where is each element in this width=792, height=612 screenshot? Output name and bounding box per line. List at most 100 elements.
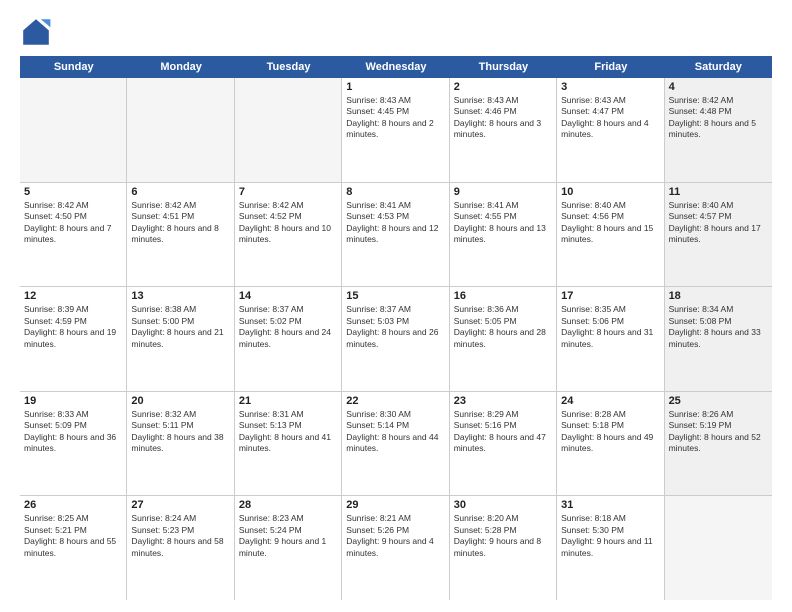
day-number: 23	[454, 395, 552, 407]
cell-info: Sunrise: 8:42 AMSunset: 4:51 PMDaylight:…	[131, 200, 229, 246]
cal-cell	[127, 78, 234, 182]
cal-cell: 30 Sunrise: 8:20 AMSunset: 5:28 PMDayligh…	[450, 496, 557, 600]
cal-cell: 22Sunrise: 8:30 AMSunset: 5:14 PMDayligh…	[342, 392, 449, 496]
day-number: 17	[561, 290, 659, 302]
header-day-sunday: Sunday	[20, 56, 127, 78]
calendar-row-2: 5Sunrise: 8:42 AMSunset: 4:50 PMDaylight…	[20, 183, 772, 288]
header-day-saturday: Saturday	[665, 56, 772, 78]
calendar-row-3: 12 Sunrise: 8:39 AMSunset: 4:59 PMDayligh…	[20, 287, 772, 392]
cell-info: Sunrise: 8:41 AMSunset: 4:55 PMDaylight:…	[454, 200, 552, 246]
cal-cell: 3 Sunrise: 8:43 AMSunset: 4:47 PMDaylight…	[557, 78, 664, 182]
day-number: 27	[131, 499, 229, 511]
cal-cell: 6 Sunrise: 8:42 AMSunset: 4:51 PMDaylight…	[127, 183, 234, 287]
cal-cell: 2 Sunrise: 8:43 AMSunset: 4:46 PMDaylight…	[450, 78, 557, 182]
calendar-row-4: 19 Sunrise: 8:33 AMSunset: 5:09 PMDayligh…	[20, 392, 772, 497]
cell-info: Sunrise: 8:32 AMSunset: 5:11 PMDaylight:…	[131, 409, 229, 455]
cal-cell: 4 Sunrise: 8:42 AMSunset: 4:48 PMDaylight…	[665, 78, 772, 182]
cell-info: Sunrise: 8:36 AMSunset: 5:05 PMDaylight:…	[454, 304, 552, 350]
cal-cell: 11Sunrise: 8:40 AMSunset: 4:57 PMDayligh…	[665, 183, 772, 287]
cal-cell: 31 Sunrise: 8:18 AMSunset: 5:30 PMDayligh…	[557, 496, 664, 600]
day-number: 15	[346, 290, 444, 302]
cal-cell: 21Sunrise: 8:31 AMSunset: 5:13 PMDayligh…	[235, 392, 342, 496]
day-number: 6	[131, 186, 229, 198]
header-day-tuesday: Tuesday	[235, 56, 342, 78]
cell-info: Sunrise: 8:23 AMSunset: 5:24 PMDaylight:…	[239, 513, 337, 559]
cal-cell: 15 Sunrise: 8:37 AMSunset: 5:03 PMDayligh…	[342, 287, 449, 391]
cal-cell: 25Sunrise: 8:26 AMSunset: 5:19 PMDayligh…	[665, 392, 772, 496]
cell-info: Sunrise: 8:28 AMSunset: 5:18 PMDaylight:…	[561, 409, 659, 455]
cal-cell: 1 Sunrise: 8:43 AMSunset: 4:45 PMDaylight…	[342, 78, 449, 182]
day-number: 18	[669, 290, 768, 302]
day-number: 11	[669, 186, 768, 198]
header-day-wednesday: Wednesday	[342, 56, 449, 78]
cal-cell: 9Sunrise: 8:41 AMSunset: 4:55 PMDaylight…	[450, 183, 557, 287]
calendar-header: SundayMondayTuesdayWednesdayThursdayFrid…	[20, 56, 772, 78]
cal-cell: 13 Sunrise: 8:38 AMSunset: 5:00 PMDayligh…	[127, 287, 234, 391]
cell-info: Sunrise: 8:33 AMSunset: 5:09 PMDaylight:…	[24, 409, 122, 455]
cell-info: Sunrise: 8:21 AMSunset: 5:26 PMDaylight:…	[346, 513, 444, 559]
day-number: 26	[24, 499, 122, 511]
day-number: 31	[561, 499, 659, 511]
cell-info: Sunrise: 8:43 AMSunset: 4:46 PMDaylight:…	[454, 95, 552, 141]
header-day-thursday: Thursday	[450, 56, 557, 78]
cal-cell	[235, 78, 342, 182]
day-number: 30	[454, 499, 552, 511]
cell-info: Sunrise: 8:40 AMSunset: 4:56 PMDaylight:…	[561, 200, 659, 246]
logo	[20, 16, 56, 48]
cell-info: Sunrise: 8:26 AMSunset: 5:19 PMDaylight:…	[669, 409, 768, 455]
cal-cell: 19 Sunrise: 8:33 AMSunset: 5:09 PMDayligh…	[20, 392, 127, 496]
cal-cell: 7Sunrise: 8:42 AMSunset: 4:52 PMDaylight…	[235, 183, 342, 287]
cal-cell: 20 Sunrise: 8:32 AMSunset: 5:11 PMDayligh…	[127, 392, 234, 496]
cal-cell: 26 Sunrise: 8:25 AMSunset: 5:21 PMDayligh…	[20, 496, 127, 600]
day-number: 5	[24, 186, 122, 198]
day-number: 10	[561, 186, 659, 198]
day-number: 19	[24, 395, 122, 407]
cell-info: Sunrise: 8:29 AMSunset: 5:16 PMDaylight:…	[454, 409, 552, 455]
cal-cell: 28 Sunrise: 8:23 AMSunset: 5:24 PMDayligh…	[235, 496, 342, 600]
cell-info: Sunrise: 8:38 AMSunset: 5:00 PMDaylight:…	[131, 304, 229, 350]
cell-info: Sunrise: 8:18 AMSunset: 5:30 PMDaylight:…	[561, 513, 659, 559]
day-number: 12	[24, 290, 122, 302]
page: SundayMondayTuesdayWednesdayThursdayFrid…	[0, 0, 792, 612]
cell-info: Sunrise: 8:35 AMSunset: 5:06 PMDaylight:…	[561, 304, 659, 350]
cell-info: Sunrise: 8:34 AMSunset: 5:08 PMDaylight:…	[669, 304, 768, 350]
day-number: 8	[346, 186, 444, 198]
day-number: 20	[131, 395, 229, 407]
day-number: 13	[131, 290, 229, 302]
header-day-monday: Monday	[127, 56, 234, 78]
cell-info: Sunrise: 8:30 AMSunset: 5:14 PMDaylight:…	[346, 409, 444, 455]
cell-info: Sunrise: 8:42 AMSunset: 4:48 PMDaylight:…	[669, 95, 768, 141]
cal-cell: 10 Sunrise: 8:40 AMSunset: 4:56 PMDayligh…	[557, 183, 664, 287]
cal-cell: 17 Sunrise: 8:35 AMSunset: 5:06 PMDayligh…	[557, 287, 664, 391]
calendar: SundayMondayTuesdayWednesdayThursdayFrid…	[20, 56, 772, 600]
header	[20, 16, 772, 48]
calendar-row-1: 1 Sunrise: 8:43 AMSunset: 4:45 PMDaylight…	[20, 78, 772, 183]
day-number: 3	[561, 81, 659, 93]
day-number: 4	[669, 81, 768, 93]
day-number: 1	[346, 81, 444, 93]
day-number: 2	[454, 81, 552, 93]
day-number: 14	[239, 290, 337, 302]
cal-cell: 8 Sunrise: 8:41 AMSunset: 4:53 PMDaylight…	[342, 183, 449, 287]
day-number: 24	[561, 395, 659, 407]
cell-info: Sunrise: 8:43 AMSunset: 4:45 PMDaylight:…	[346, 95, 444, 141]
cell-info: Sunrise: 8:24 AMSunset: 5:23 PMDaylight:…	[131, 513, 229, 559]
cell-info: Sunrise: 8:25 AMSunset: 5:21 PMDaylight:…	[24, 513, 122, 559]
cell-info: Sunrise: 8:20 AMSunset: 5:28 PMDaylight:…	[454, 513, 552, 559]
cell-info: Sunrise: 8:37 AMSunset: 5:03 PMDaylight:…	[346, 304, 444, 350]
header-day-friday: Friday	[557, 56, 664, 78]
cal-cell	[20, 78, 127, 182]
cell-info: Sunrise: 8:43 AMSunset: 4:47 PMDaylight:…	[561, 95, 659, 141]
cal-cell: 12 Sunrise: 8:39 AMSunset: 4:59 PMDayligh…	[20, 287, 127, 391]
cell-info: Sunrise: 8:39 AMSunset: 4:59 PMDaylight:…	[24, 304, 122, 350]
cell-info: Sunrise: 8:31 AMSunset: 5:13 PMDaylight:…	[239, 409, 337, 455]
cal-cell	[665, 496, 772, 600]
cell-info: Sunrise: 8:41 AMSunset: 4:53 PMDaylight:…	[346, 200, 444, 246]
cal-cell: 24 Sunrise: 8:28 AMSunset: 5:18 PMDayligh…	[557, 392, 664, 496]
day-number: 28	[239, 499, 337, 511]
cell-info: Sunrise: 8:37 AMSunset: 5:02 PMDaylight:…	[239, 304, 337, 350]
cell-info: Sunrise: 8:42 AMSunset: 4:52 PMDaylight:…	[239, 200, 337, 246]
calendar-body: 1 Sunrise: 8:43 AMSunset: 4:45 PMDaylight…	[20, 78, 772, 600]
day-number: 29	[346, 499, 444, 511]
day-number: 16	[454, 290, 552, 302]
